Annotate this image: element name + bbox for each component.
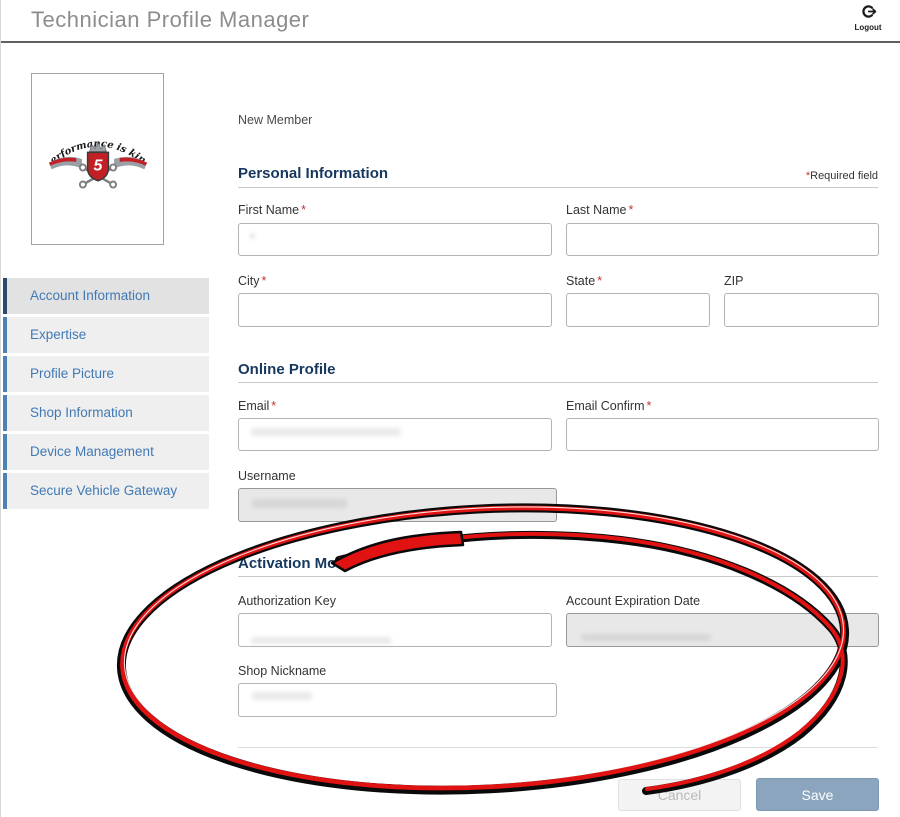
technician-profile-manager-window: Technician Profile Manager Logout perfor…: [0, 0, 900, 817]
logout-button[interactable]: Logout: [845, 3, 891, 32]
sidebar-item-expertise[interactable]: Expertise: [3, 317, 209, 353]
first-name-label: First Name*: [238, 203, 306, 217]
required-field-note: *Required field: [804, 170, 878, 182]
section-divider: [238, 382, 878, 383]
email-label: Email*: [238, 399, 276, 413]
logout-icon: [860, 7, 877, 24]
username-input: [238, 488, 557, 522]
account-expiration-date-label: Account Expiration Date: [566, 594, 700, 608]
last-name-input[interactable]: [566, 223, 879, 256]
shop-nickname-input[interactable]: [238, 683, 557, 717]
state-input[interactable]: [566, 293, 710, 327]
save-button[interactable]: Save: [756, 778, 879, 811]
account-expiration-date-input: [566, 613, 879, 647]
performance-is-king-emblem: performance is king 5: [46, 124, 150, 194]
section-title-activation-mode: Activation Mode: [238, 555, 354, 572]
shop-logo: performance is king 5: [31, 73, 164, 245]
city-label: City*: [238, 274, 266, 288]
header-bar: Technician Profile Manager Logout: [1, 0, 900, 43]
cancel-button[interactable]: Cancel: [618, 779, 741, 811]
shop-nickname-label: Shop Nickname: [238, 664, 326, 678]
sidebar-item-profile-picture[interactable]: Profile Picture: [3, 356, 209, 392]
state-label: State*: [566, 274, 602, 288]
authorization-key-input[interactable]: [238, 613, 552, 647]
footer-divider: [238, 747, 878, 748]
city-input[interactable]: [238, 293, 552, 327]
sidebar-item-account-information[interactable]: Account Information: [3, 278, 209, 314]
sidebar-item-secure-vehicle-gateway[interactable]: Secure Vehicle Gateway: [3, 473, 209, 509]
sidebar-item-shop-information[interactable]: Shop Information: [3, 395, 209, 431]
email-confirm-label: Email Confirm*: [566, 399, 651, 413]
email-confirm-input[interactable]: [566, 418, 879, 451]
page-title: Technician Profile Manager: [31, 7, 309, 33]
zip-label: ZIP: [724, 274, 743, 288]
sidebar-nav: Account Information Expertise Profile Pi…: [3, 278, 209, 512]
logout-label: Logout: [845, 23, 891, 32]
svg-text:5: 5: [93, 156, 103, 174]
email-input[interactable]: [238, 418, 552, 451]
username-label: Username: [238, 469, 296, 483]
section-divider: [238, 576, 878, 577]
section-title-personal-information: Personal Information: [238, 165, 388, 182]
sidebar-item-device-management[interactable]: Device Management: [3, 434, 209, 470]
last-name-label: Last Name*: [566, 203, 633, 217]
section-title-online-profile: Online Profile: [238, 361, 336, 378]
zip-input[interactable]: [724, 293, 879, 327]
member-status-text: New Member: [238, 113, 312, 127]
first-name-input[interactable]: [238, 223, 552, 256]
section-divider: [238, 187, 878, 188]
authorization-key-label: Authorization Key: [238, 594, 336, 608]
